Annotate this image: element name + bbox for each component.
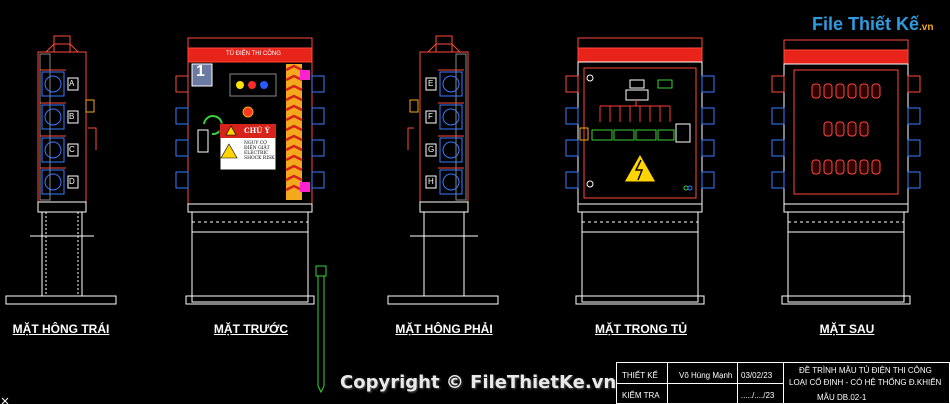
panel-number: 1: [196, 63, 205, 80]
title-block-date: 03/02/23: [741, 371, 773, 380]
right-side-view: [387, 35, 499, 305]
socket-label-f: F: [428, 112, 433, 121]
front-header-label: TỦ ĐIỆN THI CÔNG: [226, 51, 281, 57]
title-block-title-2: LOẠI CỐ ĐỊNH - CÓ HỆ THỐNG Đ.KHIỂN: [789, 378, 942, 387]
emergency-stop-button: [242, 106, 254, 118]
side-sockets-front-left: [175, 75, 189, 189]
grounding-rod: [315, 265, 327, 394]
view-title-right-side: MẶT HÔNG PHẢI: [395, 322, 493, 336]
socket-label-b: B: [69, 112, 75, 121]
cabinet-drawings: [1, 35, 921, 404]
view-title-interior: MẶT TRONG TỦ: [595, 322, 687, 336]
main-switch-handle: [203, 115, 223, 136]
busbar-distribution: [599, 100, 671, 122]
breaker-row: [591, 129, 675, 141]
title-block-checked-label: KIỂM TRA: [622, 391, 660, 400]
socket-label-c: C: [69, 145, 75, 154]
site-logo: File Thiết Kế.vn: [812, 14, 934, 34]
socket-tags-left: [67, 77, 79, 189]
socket-label-a: A: [69, 79, 75, 88]
title-block-designed-label: THIẾT KẾ: [622, 371, 658, 380]
socket-label-g: G: [428, 145, 435, 154]
socket-lids-left: [40, 69, 66, 169]
view-title-front: MẶT TRƯỚC: [213, 322, 289, 336]
title-block-designer: Võ Hùng Mạnh: [679, 371, 733, 380]
title-block: THIẾT KẾ Võ Hùng Mạnh 03/02/23 KIỂM TRA …: [616, 362, 950, 404]
cad-drawing-canvas: TỦ ĐIỆN THI CÔNG 1 CHÚ Ý NGUY CƠ ĐIỆN GI…: [0, 0, 950, 404]
title-block-check-date: ...../..../23: [741, 391, 775, 400]
front-view: [175, 37, 327, 394]
caution-text: NGUY CƠ ĐIỆN GIẬT ELECTRIC SHOCK RISK: [244, 141, 275, 161]
rear-view: [771, 39, 921, 305]
left-side-view: [5, 35, 117, 305]
side-sockets-front-right: [311, 75, 325, 189]
handle-icon: [88, 127, 97, 150]
caution-title: CHÚ Ý: [244, 126, 270, 135]
socket-column-left: [41, 71, 65, 195]
indicator-lamps: [229, 73, 277, 97]
socket-label-d: D: [69, 177, 75, 186]
hazard-stripe-door: [285, 64, 310, 200]
view-title-left-side: MẶT HÔNG TRÁI: [12, 322, 110, 336]
socket-label-e: E: [428, 79, 434, 88]
copyright-watermark: Copyright © FileThietKe.vn: [340, 372, 617, 393]
lock-icon: [85, 99, 95, 113]
view-title-rear: MẶT SAU: [819, 322, 875, 336]
title-block-model: MẪU DB.02-1: [817, 393, 867, 402]
socket-label-h: H: [428, 177, 434, 186]
electric-hazard-icon: [623, 152, 657, 183]
vent-slots: [811, 83, 881, 175]
ucs-marker: [1, 397, 9, 404]
title-block-title-1: ĐỀ TRÌNH MẪU TỦ ĐIỆN THI CÔNG: [799, 366, 932, 375]
interior-view: [565, 37, 715, 305]
